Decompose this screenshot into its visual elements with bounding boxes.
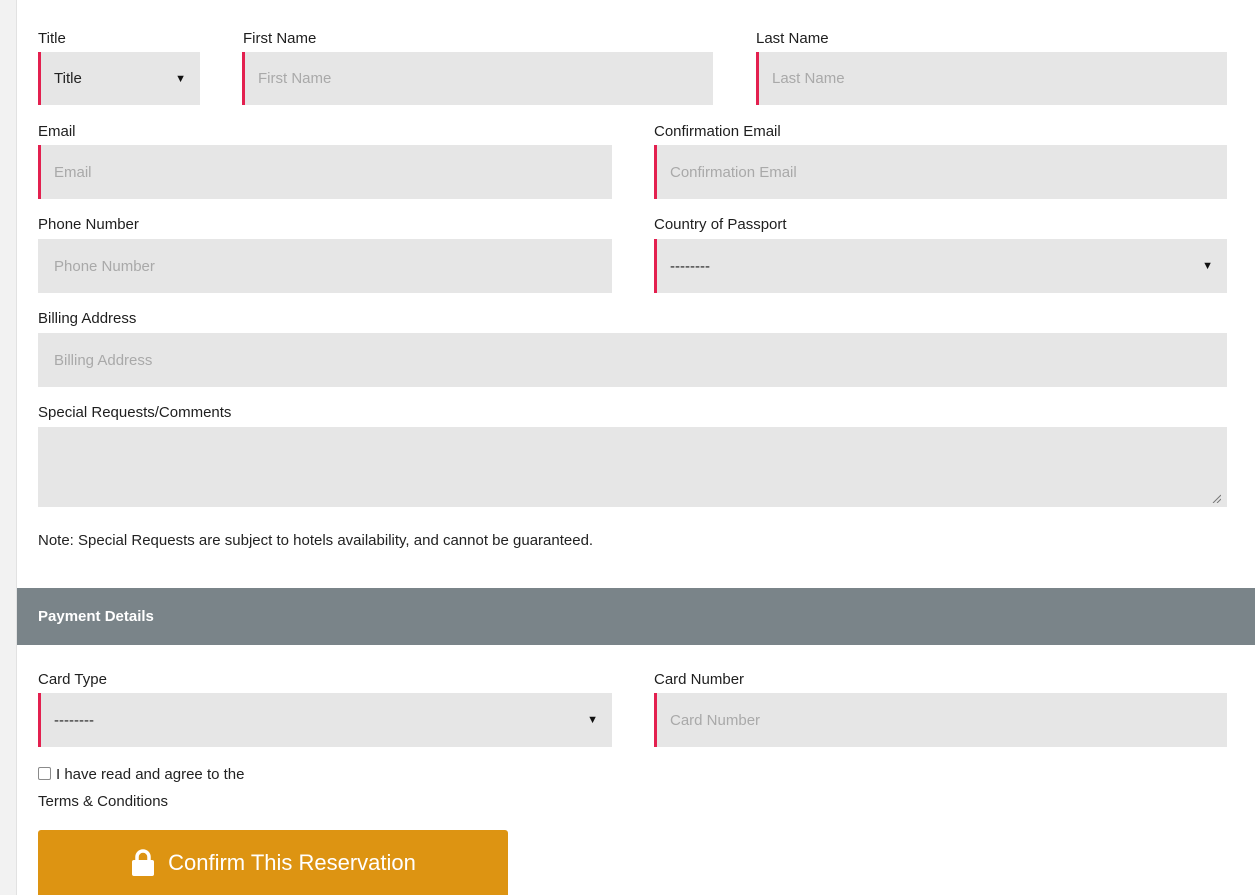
first-name-placeholder: First Name <box>258 70 332 87</box>
last-name-placeholder: Last Name <box>772 70 845 87</box>
card-type-label: Card Type <box>38 671 107 688</box>
confirm-reservation-button[interactable]: Confirm This Reservation <box>38 830 508 895</box>
title-select-value: Title <box>54 70 82 87</box>
card-number-label: Card Number <box>654 671 745 688</box>
email-field[interactable]: Email <box>38 145 612 199</box>
title-select[interactable]: Title ▼ <box>38 52 200 105</box>
terms-checkbox[interactable] <box>38 767 51 780</box>
card-number-field[interactable]: Card Number <box>654 693 1227 747</box>
billing-address-label: Billing Address <box>38 310 137 327</box>
card-type-select[interactable]: -------- ▼ <box>38 693 612 747</box>
confirm-reservation-label: Confirm This Reservation <box>168 849 416 875</box>
phone-placeholder: Phone Number <box>54 257 155 275</box>
payment-details-title: Payment Details <box>38 608 154 625</box>
payment-details-header: Payment Details <box>17 588 1255 645</box>
confirm-email-placeholder: Confirmation Email <box>670 163 797 181</box>
phone-field[interactable]: Phone Number <box>38 239 612 293</box>
special-requests-textarea[interactable] <box>38 427 1227 507</box>
card-type-value: -------- <box>54 711 94 729</box>
title-label: Title <box>38 30 66 47</box>
special-requests-label: Special Requests/Comments <box>38 404 232 421</box>
lock-icon <box>132 848 155 876</box>
last-name-field[interactable]: Last Name <box>756 52 1227 105</box>
billing-address-field[interactable]: Billing Address <box>38 333 1227 387</box>
terms-text-line1: I have read and agree to the <box>56 766 245 783</box>
chevron-down-icon: ▼ <box>587 714 598 726</box>
email-placeholder: Email <box>54 163 92 181</box>
first-name-label: First Name <box>243 30 317 47</box>
email-label: Email <box>38 123 76 140</box>
passport-select-value: -------- <box>670 257 710 275</box>
resize-handle-icon[interactable] <box>1211 493 1221 503</box>
chevron-down-icon: ▼ <box>175 72 186 85</box>
confirm-email-field[interactable]: Confirmation Email <box>654 145 1227 199</box>
passport-country-select[interactable]: -------- ▼ <box>654 239 1227 293</box>
phone-label: Phone Number <box>38 216 139 233</box>
last-name-label: Last Name <box>756 30 829 47</box>
special-requests-note: Note: Special Requests are subject to ho… <box>38 532 594 549</box>
page-left-gutter <box>0 0 17 895</box>
confirm-email-label: Confirmation Email <box>654 123 781 140</box>
passport-label: Country of Passport <box>654 216 787 233</box>
first-name-field[interactable]: First Name <box>242 52 713 105</box>
terms-conditions-link[interactable]: Terms & Conditions <box>38 793 168 810</box>
chevron-down-icon: ▼ <box>1202 260 1213 272</box>
card-number-placeholder: Card Number <box>670 711 761 729</box>
billing-address-placeholder: Billing Address <box>54 351 153 369</box>
